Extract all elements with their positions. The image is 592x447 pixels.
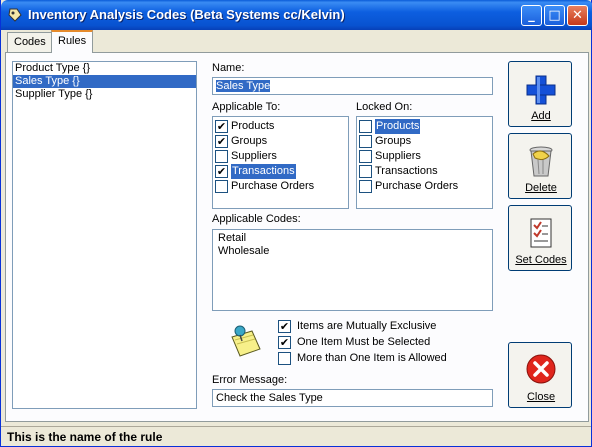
locked-on-checkbox[interactable] <box>359 135 372 148</box>
applicable-to-item[interactable]: Products <box>213 119 348 134</box>
code-line: Wholesale <box>218 245 270 257</box>
locked-on-item-label: Groups <box>375 135 412 147</box>
rule-list-item[interactable]: Product Type {} <box>13 62 196 75</box>
applicable-to-item[interactable]: Purchase Orders <box>213 179 348 194</box>
error-message-field[interactable]: Check the Sales Type <box>212 389 493 407</box>
status-text: This is the name of the rule <box>7 430 163 444</box>
option-item[interactable]: One Item Must be Selected <box>276 334 447 350</box>
option-checkbox[interactable] <box>278 319 291 333</box>
option-checkbox[interactable] <box>278 335 291 349</box>
checklist-icon <box>530 218 552 248</box>
applicable-codes-label: Applicable Codes: <box>212 213 301 225</box>
locked-on-item-label: Purchase Orders <box>375 180 459 192</box>
delete-button-label: Delete <box>525 182 557 194</box>
close-button[interactable]: Close <box>508 342 572 408</box>
options-group: Items are Mutually Exclusive One Item Mus… <box>276 318 447 366</box>
name-label: Name: <box>212 62 245 74</box>
applicable-to-item-label: Groups <box>231 135 268 147</box>
applicable-to-checkbox[interactable] <box>215 150 228 163</box>
plus-icon <box>526 75 556 105</box>
option-checkbox[interactable] <box>278 351 291 365</box>
applicable-to-item[interactable]: Groups <box>213 134 348 149</box>
locked-on-item[interactable]: Transactions <box>357 164 492 179</box>
locked-on-item[interactable]: Groups <box>357 134 492 149</box>
locked-on-item-label: Transactions <box>375 165 438 177</box>
maximize-button[interactable]: □ <box>544 5 565 26</box>
add-button-label: Add <box>531 110 551 122</box>
option-label: Items are Mutually Exclusive <box>297 319 437 332</box>
error-message-label: Error Message: <box>212 374 288 386</box>
error-message-value: Check the Sales Type <box>216 392 323 404</box>
set-codes-button-label: Set Codes <box>515 254 567 266</box>
close-circle-icon <box>526 354 556 384</box>
applicable-to-item-label: Products <box>231 120 275 132</box>
option-label: One Item Must be Selected <box>297 335 431 348</box>
title-bar[interactable]: Inventory Analysis Codes (Beta Systems c… <box>1 0 592 30</box>
applicable-to-checkbox[interactable] <box>215 165 228 178</box>
applicable-to-item-label: Transactions <box>231 164 296 179</box>
code-line: Retail <box>218 232 247 244</box>
applicable-to-checkbox[interactable] <box>215 180 228 193</box>
locked-on-item[interactable]: Products <box>357 119 492 134</box>
rules-list[interactable]: Product Type {} Sales Type {} Supplier Typ… <box>12 61 197 409</box>
locked-on-checkbox[interactable] <box>359 165 372 178</box>
tab-rules[interactable]: Rules <box>51 30 94 53</box>
rule-list-item[interactable]: Supplier Type {} <box>13 88 196 101</box>
option-item[interactable]: Items are Mutually Exclusive <box>276 318 447 334</box>
applicable-codes-box[interactable]: Retail Wholesale <box>212 229 493 311</box>
applicable-to-item[interactable]: Transactions <box>213 164 348 179</box>
locked-on-item[interactable]: Purchase Orders <box>357 179 492 194</box>
tab-codes[interactable]: Codes <box>7 32 53 52</box>
trash-can-icon <box>529 146 553 177</box>
locked-on-checkbox[interactable] <box>359 180 372 193</box>
minimize-button[interactable]: _ <box>521 5 542 26</box>
sticky-note-pin-icon <box>231 325 261 357</box>
applicable-to-list[interactable]: Products Groups Suppliers TransactionsPurch… <box>212 116 349 209</box>
app-window: Inventory Analysis Codes (Beta Systems c… <box>0 0 592 447</box>
locked-on-label: Locked On: <box>356 101 413 113</box>
rule-list-item[interactable]: Sales Type {} <box>13 75 196 88</box>
applicable-to-item-label: Purchase Orders <box>231 180 315 192</box>
applicable-to-checkbox[interactable] <box>215 135 228 148</box>
app-icon <box>8 8 22 22</box>
locked-on-item-label: Products <box>375 119 421 134</box>
locked-on-checkbox[interactable] <box>359 120 372 133</box>
option-item[interactable]: More than One Item is Allowed <box>276 350 447 366</box>
applicable-to-checkbox[interactable] <box>215 120 228 133</box>
window-title: Inventory Analysis Codes (Beta Systems c… <box>28 7 345 22</box>
name-field[interactable]: Sales Type <box>212 77 493 95</box>
delete-button[interactable]: Delete <box>508 133 572 199</box>
close-window-button[interactable]: ✕ <box>567 5 588 26</box>
applicable-to-label: Applicable To: <box>212 101 281 113</box>
locked-on-list[interactable]: Products Groups Suppliers Transactions Purch… <box>356 116 493 209</box>
status-bar: This is the name of the rule <box>1 426 591 446</box>
applicable-to-item-label: Suppliers <box>231 150 277 162</box>
locked-on-item[interactable]: Suppliers <box>357 149 492 164</box>
close-button-label: Close <box>526 391 556 403</box>
set-codes-button[interactable]: Set Codes <box>508 205 572 271</box>
rules-pane: Product Type {} Sales Type {} Supplier Typ… <box>5 52 589 422</box>
applicable-to-item[interactable]: Suppliers <box>213 149 348 164</box>
locked-on-item-label: Suppliers <box>375 150 421 162</box>
name-value: Sales Type <box>216 80 271 92</box>
add-button[interactable]: Add <box>508 61 572 127</box>
option-label: More than One Item is Allowed <box>297 351 447 364</box>
locked-on-checkbox[interactable] <box>359 150 372 163</box>
